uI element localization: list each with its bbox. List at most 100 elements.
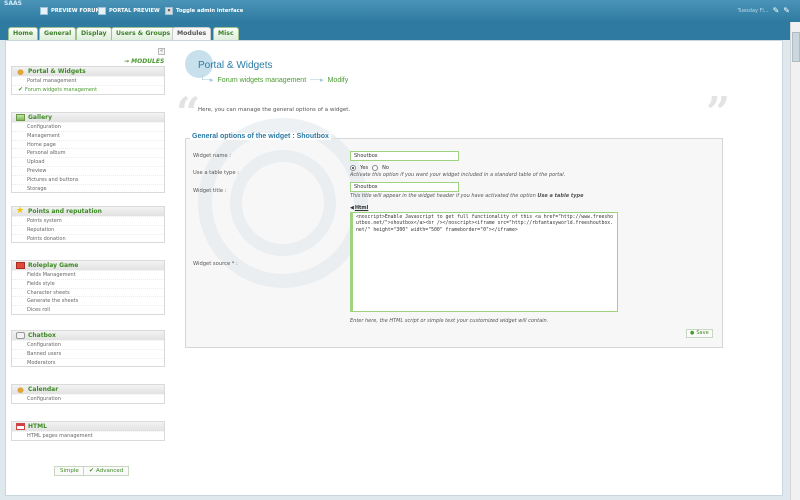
- widget-title-hint: This title will appear in the widget hea…: [350, 193, 584, 199]
- widget-name-input[interactable]: Shoutbox: [350, 151, 459, 161]
- widget-source-label: Widget source * :: [193, 261, 238, 267]
- calendar-icon: [16, 386, 25, 393]
- tab-general[interactable]: General: [39, 27, 77, 40]
- sidebar-item[interactable]: Points system: [12, 216, 164, 225]
- intro-text: Here, you can manage the general options…: [198, 107, 351, 113]
- check-icon: ✔: [18, 85, 24, 93]
- sidebar-item[interactable]: HTML pages management: [12, 431, 164, 440]
- page-title: Portal & Widgets: [198, 60, 273, 71]
- sidebar-item-portal-management[interactable]: Portal management: [12, 76, 164, 85]
- menu-header[interactable]: Portal & Widgets: [12, 67, 164, 76]
- menu-header[interactable]: ★ Points and reputation: [12, 207, 164, 216]
- widget-title-input[interactable]: Shoutbox: [350, 182, 459, 192]
- wrench-icon[interactable]: ✎: [773, 6, 780, 15]
- dice-icon: [16, 262, 25, 269]
- scrollbar[interactable]: [790, 22, 800, 500]
- top-right-area: Tuesday Fl... ✎ ✎: [738, 6, 790, 15]
- check-icon: ✔: [89, 467, 95, 474]
- preview-forum-link[interactable]: PREVIEW FORUM: [40, 7, 101, 15]
- menu-points-reputation: ★ Points and reputation Points system Re…: [11, 206, 165, 244]
- breadcrumb-forum-widgets[interactable]: Forum widgets management: [217, 77, 306, 84]
- star-icon: ★: [16, 206, 25, 216]
- sidebar-item[interactable]: Fields style: [12, 278, 164, 288]
- date-text: Tuesday Fl...: [737, 7, 769, 14]
- save-icon: ●: [690, 330, 695, 336]
- gallery-icon: [16, 114, 25, 121]
- tab-bar: Home General Display Users & Groups Modu…: [0, 22, 800, 40]
- monitor-icon: [98, 7, 106, 15]
- table-type-hint: Activate this option if you want your wi…: [350, 172, 566, 178]
- monitor-icon: [40, 7, 48, 15]
- menu-header[interactable]: Calendar: [12, 385, 164, 394]
- sidebar-item[interactable]: Personal album: [12, 148, 164, 157]
- toggle-admin-link[interactable]: Toggle admin interface: [165, 7, 243, 15]
- table-type-radios: Yes No: [350, 165, 389, 171]
- arrow-left-icon: ◀: [350, 205, 354, 211]
- menu-header[interactable]: HTML: [12, 422, 164, 431]
- menu-html: HTML HTML pages management: [11, 421, 165, 441]
- tab-modules[interactable]: Modules: [172, 27, 212, 40]
- save-button[interactable]: ● Save: [686, 329, 713, 338]
- sidebar-item[interactable]: Configuration: [12, 340, 164, 349]
- radio-no-label[interactable]: No: [382, 165, 389, 171]
- sidebar-item[interactable]: Home page: [12, 139, 164, 149]
- sidebar-item[interactable]: Pictures and buttons: [12, 174, 164, 184]
- tab-display[interactable]: Display: [76, 27, 112, 40]
- tab-home[interactable]: Home: [8, 27, 39, 40]
- radio-yes-label[interactable]: Yes: [360, 165, 368, 171]
- menu-calendar: Calendar Configuration: [11, 384, 165, 404]
- sidebar-item-forum-widgets[interactable]: ✔ Forum widgets management: [12, 84, 164, 94]
- widget-title-label: Widget title :: [193, 188, 227, 194]
- simple-mode-button[interactable]: Simple: [54, 466, 85, 476]
- html-toggle-button[interactable]: ◀ Html: [350, 205, 368, 211]
- chat-icon: [16, 332, 25, 339]
- sidebar-item[interactable]: Character sheets: [12, 287, 164, 297]
- open-quote-icon: “: [176, 88, 201, 137]
- advanced-mode-button[interactable]: ✔ Advanced: [83, 466, 130, 476]
- widget-name-label: Widget name :: [193, 153, 232, 159]
- sidebar-item[interactable]: Storage: [12, 183, 164, 193]
- sidebar-item[interactable]: Management: [12, 130, 164, 140]
- spiral-decoration: [230, 150, 336, 256]
- sidebar-item[interactable]: Moderators: [12, 357, 164, 367]
- close-quote-icon: ”: [706, 88, 731, 137]
- widget-source-hint: Enter here, the HTML script or simple te…: [350, 318, 549, 324]
- user-icon: [165, 7, 173, 15]
- portal-icon: [16, 68, 25, 75]
- sidebar-item[interactable]: Preview: [12, 165, 164, 175]
- arrow-icon: └─▸: [200, 77, 214, 84]
- collapse-sidebar-button[interactable]: «: [158, 48, 165, 55]
- menu-roleplay-game: Roleplay Game Fields Management Fields s…: [11, 260, 165, 315]
- tools-icon[interactable]: ✎: [783, 6, 790, 15]
- sidebar-item[interactable]: Reputation: [12, 224, 164, 234]
- widget-source-textarea[interactable]: <noscript>Enable Javascript to get full …: [350, 212, 618, 312]
- menu-header[interactable]: Gallery: [12, 113, 164, 122]
- html-page-icon: [16, 423, 25, 430]
- sidebar-item[interactable]: Configuration: [12, 122, 164, 131]
- tab-misc[interactable]: Misc: [213, 27, 239, 40]
- breadcrumb: └─▸ Forum widgets management ──▸ Modify: [200, 76, 349, 85]
- arrow-icon: ──▸: [310, 77, 324, 84]
- portal-preview-link[interactable]: PORTAL PREVIEW: [98, 7, 160, 15]
- menu-portal-widgets: Portal & Widgets Portal management ✔ Foru…: [11, 66, 165, 95]
- menu-header[interactable]: Roleplay Game: [12, 261, 164, 270]
- radio-yes[interactable]: [350, 165, 356, 171]
- menu-header[interactable]: Chatbox: [12, 331, 164, 340]
- scrollbar-thumb[interactable]: [792, 32, 800, 62]
- breadcrumb-modify: Modify: [327, 76, 349, 84]
- sidebar-item[interactable]: Upload: [12, 157, 164, 166]
- radio-no[interactable]: [372, 165, 379, 171]
- menu-chatbox: Chatbox Configuration Banned users Moder…: [11, 330, 165, 368]
- fieldset-legend: General options of the widget : Shoutbox: [190, 133, 331, 140]
- top-bar: SAAS PREVIEW FORUM PORTAL PREVIEW Toggle…: [0, 0, 800, 22]
- sidebar-item[interactable]: Generate the sheets: [12, 296, 164, 305]
- menu-gallery: Gallery Configuration Management Home pa…: [11, 112, 165, 194]
- sidebar-item[interactable]: Banned users: [12, 348, 164, 358]
- sidebar-item[interactable]: Dices roll: [12, 305, 164, 314]
- modules-link[interactable]: → MODULES: [124, 58, 164, 65]
- brand-logo: SAAS: [4, 0, 22, 7]
- sidebar-item[interactable]: Configuration: [12, 394, 164, 403]
- sidebar-item[interactable]: Fields Management: [12, 270, 164, 279]
- tab-users-groups[interactable]: Users & Groups: [111, 27, 176, 40]
- sidebar-item[interactable]: Points donation: [12, 233, 164, 243]
